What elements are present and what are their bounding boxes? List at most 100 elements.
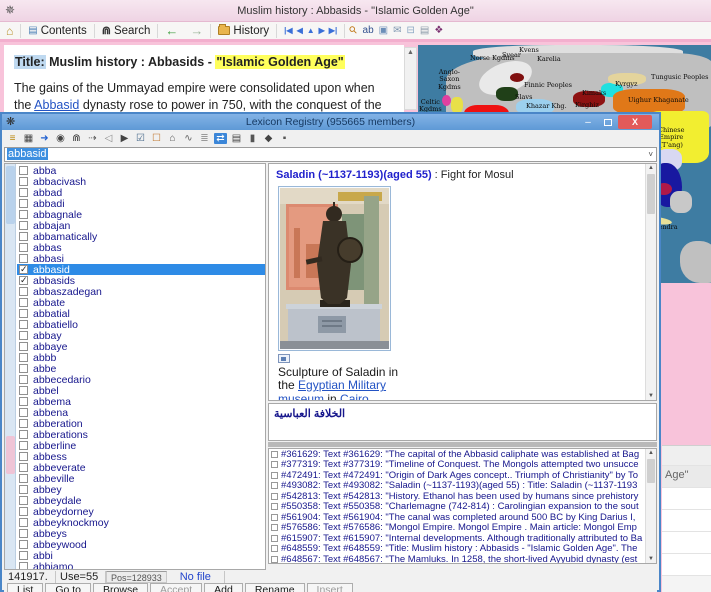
menu-icon[interactable]: ≡ (6, 133, 19, 144)
word-checkbox[interactable] (19, 188, 28, 197)
word-checkbox[interactable] (19, 430, 28, 439)
text-checkbox[interactable] (271, 451, 278, 458)
column-icon[interactable]: ▮ (246, 133, 259, 144)
text-checkbox[interactable] (271, 556, 278, 563)
search-button[interactable]: ⋒ Search (96, 22, 157, 40)
sync-icon[interactable]: ⇄ (214, 133, 227, 144)
word-checkbox[interactable] (19, 507, 28, 516)
scrollbar-thumb[interactable] (6, 166, 15, 224)
prev-icon[interactable]: ◁ (102, 133, 115, 144)
word-list-item[interactable]: abberations (17, 429, 265, 440)
word-checkbox[interactable] (19, 386, 28, 395)
word-checkbox[interactable] (19, 210, 28, 219)
history-button[interactable]: History (212, 22, 275, 40)
word-list-item[interactable]: abbagnale (17, 209, 265, 220)
word-list-item[interactable]: abbeyknockmoy (17, 517, 265, 528)
maximize-button[interactable] (600, 115, 616, 129)
word-list-item[interactable]: abbaszadegan (17, 286, 265, 297)
word-list-item[interactable]: abbena (17, 407, 265, 418)
nav-icon[interactable]: ▶| (329, 26, 337, 35)
go-to-button[interactable]: Go to (45, 583, 91, 592)
pane-splitter[interactable] (268, 442, 657, 447)
text-list-scrollbar[interactable]: ▲ ▼ (645, 449, 656, 563)
word-list-item[interactable]: abba (17, 165, 265, 176)
text-checkbox[interactable] (271, 514, 278, 521)
word-list-item[interactable]: abbel (17, 385, 265, 396)
word-checkbox[interactable] (19, 518, 28, 527)
word-checkbox[interactable] (19, 474, 28, 483)
word-list-item[interactable]: abbess (17, 451, 265, 462)
text-list-item[interactable]: #493082: Text #493082: "Saladin (~1137-1… (269, 481, 656, 492)
binoculars-icon[interactable]: ⋒ (70, 133, 83, 144)
word-checkbox[interactable] (19, 320, 28, 329)
list-item[interactable]: Age" (662, 466, 711, 488)
text-checkbox[interactable] (271, 493, 278, 500)
word-list-item[interactable]: abbas (17, 242, 265, 253)
main-titlebar[interactable]: ✵ Muslim history : Abbasids - "Islamic G… (0, 0, 711, 22)
browse-button[interactable]: Browse (93, 583, 148, 592)
monitor-icon[interactable]: ▣ (379, 25, 388, 36)
chevron-down-icon[interactable]: ˅ (648, 148, 653, 161)
text-list-item[interactable]: #576586: Text #576586: "Mongol Empire. M… (269, 523, 656, 534)
word-list-item[interactable]: abbacivash (17, 176, 265, 187)
text-list-item[interactable]: #615907: Text #615907: "Internal develop… (269, 533, 656, 544)
text-list-item[interactable]: #561904: Text #561904: "The canal was co… (269, 512, 656, 523)
word-checkbox[interactable] (19, 540, 28, 549)
nav-icon[interactable]: ▲ (307, 26, 315, 35)
word-checkbox[interactable] (19, 342, 28, 351)
text-checkbox[interactable] (271, 461, 278, 468)
saladin-statue-image[interactable] (278, 186, 391, 351)
back-button[interactable]: ← (159, 22, 184, 40)
table-icon[interactable]: ▤ (230, 133, 243, 144)
word-list-item[interactable]: abbate (17, 297, 265, 308)
word-checkbox[interactable] (19, 353, 28, 362)
word-list-item[interactable]: abbeydorney (17, 506, 265, 517)
book-icon[interactable]: ❖ (434, 25, 443, 36)
word-checkbox[interactable] (19, 419, 28, 428)
word-list-item[interactable]: ✓abbasids (17, 275, 265, 286)
text-list-item[interactable]: #361629: Text #361629: "The capital of t… (269, 449, 656, 460)
word-checkbox[interactable] (19, 529, 28, 538)
cairo-link[interactable]: Cairo (340, 392, 369, 401)
text-checkbox[interactable] (271, 503, 278, 510)
word-checkbox[interactable] (19, 199, 28, 208)
text-list-item[interactable]: #648567: Text #648567: "The Mamluks. In … (269, 554, 656, 564)
scrollbar-thumb[interactable] (647, 459, 655, 483)
dialog-titlebar[interactable]: ❋ Lexicon Registry (955665 members) – X (2, 114, 659, 130)
minimize-button[interactable]: – (580, 115, 596, 129)
font-icon[interactable]: ab (363, 25, 374, 36)
word-list-item[interactable]: abbeywood (17, 539, 265, 550)
close-button[interactable]: X (618, 115, 652, 129)
scroll-up-icon[interactable]: ▲ (646, 450, 656, 456)
text-list-item[interactable]: #542813: Text #542813: "History. Ethanol… (269, 491, 656, 502)
word-checkbox[interactable] (19, 496, 28, 505)
list-button[interactable]: List (7, 583, 43, 592)
block-icon[interactable]: ▪ (278, 133, 291, 144)
word-list-item[interactable]: abbatial (17, 308, 265, 319)
word-list-item[interactable]: abberation (17, 418, 265, 429)
word-list-item[interactable]: abbasi (17, 253, 265, 264)
home-button[interactable]: ⌂ (0, 22, 19, 40)
word-list-item[interactable]: abbeville (17, 473, 265, 484)
nav-icon[interactable]: |◀ (284, 26, 292, 35)
word-list-item[interactable]: abbamatically (17, 231, 265, 242)
word-checkbox[interactable] (19, 551, 28, 560)
word-checkbox[interactable] (19, 485, 28, 494)
word-list-item[interactable]: abbadi (17, 198, 265, 209)
text-checkbox[interactable] (271, 524, 278, 531)
jump-icon[interactable]: ➜ (38, 133, 51, 144)
word-checkbox[interactable] (19, 243, 28, 252)
word-list-scrollbar[interactable] (5, 164, 16, 569)
word-checkbox[interactable] (19, 364, 28, 373)
search-combobox[interactable]: abbasid ˅ (4, 147, 657, 162)
word-checkbox[interactable] (19, 562, 28, 570)
scroll-up-icon[interactable]: ▲ (646, 165, 656, 171)
word-list-item[interactable]: ✓abbasid (17, 264, 265, 275)
word-list-item[interactable]: abbajan (17, 220, 265, 231)
word-checkbox[interactable] (19, 375, 28, 384)
word-checkbox[interactable] (19, 408, 28, 417)
word-checkbox[interactable] (19, 177, 28, 186)
contents-button[interactable]: ▤ Contents (22, 22, 92, 40)
word-list-item[interactable]: abbecedario (17, 374, 265, 385)
word-checkbox[interactable] (19, 298, 28, 307)
